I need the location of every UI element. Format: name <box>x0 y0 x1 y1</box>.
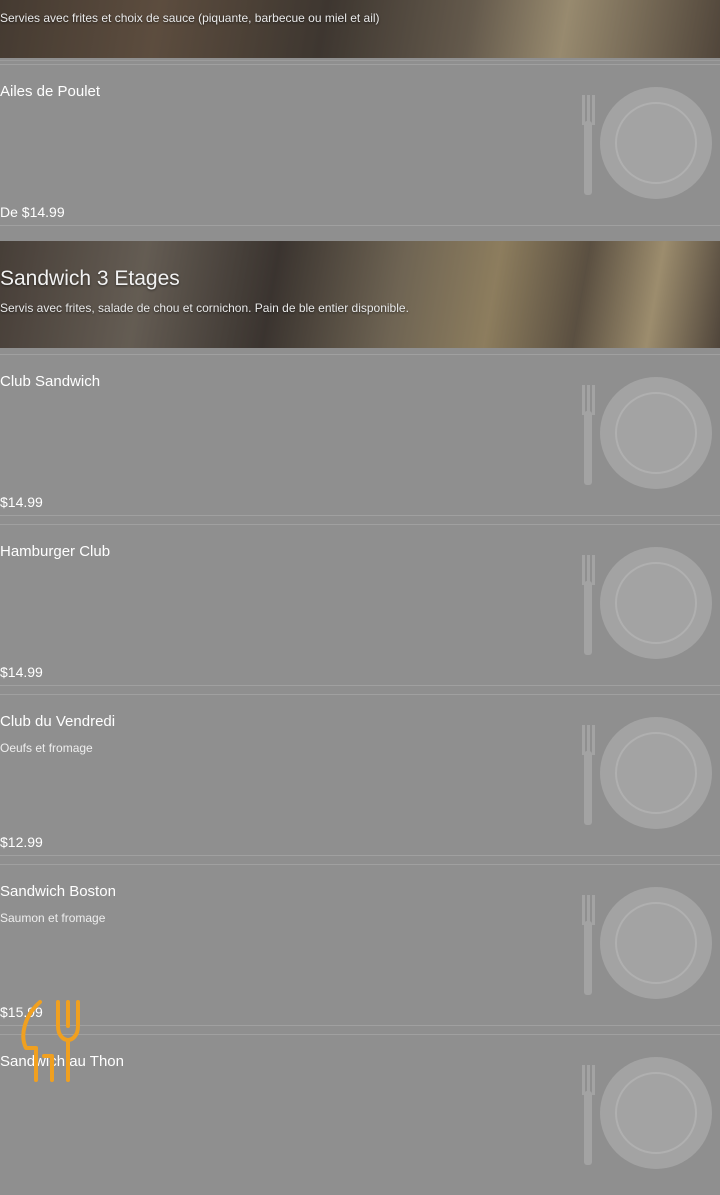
menu-item[interactable]: Hamburger Club $14.99 <box>0 524 720 686</box>
menu-item[interactable]: Sandwich Boston Saumon et fromage $15.99 <box>0 864 720 1026</box>
item-name: Ailes de Poulet <box>0 83 101 100</box>
plate-fork-icon <box>582 717 712 829</box>
utensils-icon[interactable] <box>14 996 92 1086</box>
menu-item[interactable]: Sandwich au Thon <box>0 1034 720 1195</box>
item-name: Club Sandwich <box>0 373 101 390</box>
divider <box>0 60 720 61</box>
item-name: Hamburger Club <box>0 543 111 560</box>
category-title: Sandwich 3 Etages <box>0 267 180 290</box>
item-name: Club du Vendredi <box>0 713 116 730</box>
item-description: Oeufs et fromage <box>0 741 93 755</box>
plate-fork-icon <box>582 1057 712 1169</box>
plate-fork-icon <box>582 377 712 489</box>
plate-fork-icon <box>582 887 712 999</box>
item-price: $14.99 <box>0 494 43 510</box>
category-banner: Sandwich 3 Etages Servis avec frites, sa… <box>0 241 720 348</box>
item-price: $14.99 <box>0 664 43 680</box>
menu-item[interactable]: Club Sandwich $14.99 <box>0 354 720 516</box>
category-banner: Servies avec frites et choix de sauce (p… <box>0 0 720 58</box>
plate-fork-icon <box>582 87 712 199</box>
menu-item[interactable]: Ailes de Poulet De $14.99 <box>0 64 720 226</box>
item-description: Saumon et fromage <box>0 911 106 925</box>
plate-fork-icon <box>582 547 712 659</box>
category-description: Servis avec frites, salade de chou et co… <box>0 301 409 315</box>
item-price: $12.99 <box>0 834 43 850</box>
category-description: Servies avec frites et choix de sauce (p… <box>0 11 380 25</box>
item-price: De $14.99 <box>0 204 65 220</box>
item-name: Sandwich Boston <box>0 883 116 900</box>
menu-item[interactable]: Club du Vendredi Oeufs et fromage $12.99 <box>0 694 720 856</box>
